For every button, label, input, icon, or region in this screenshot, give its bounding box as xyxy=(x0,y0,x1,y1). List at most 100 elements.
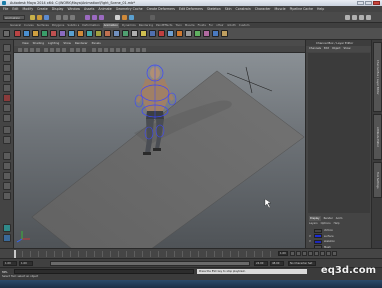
playback-end-field[interactable]: 24.00 xyxy=(254,261,268,266)
hypershade-layout-icon[interactable] xyxy=(3,192,11,200)
layer-visibility-toggle[interactable] xyxy=(309,229,312,232)
select-component-icon[interactable] xyxy=(70,15,75,20)
paint-select-tool-icon[interactable] xyxy=(3,64,11,72)
show-manipulator-icon[interactable] xyxy=(3,126,11,134)
layer-row[interactable]: Vsurface xyxy=(309,234,370,239)
open-scene-icon[interactable] xyxy=(37,15,42,20)
shelf-menu-icon[interactable] xyxy=(3,30,10,37)
resolution-gate-icon[interactable] xyxy=(56,47,60,52)
paint-weights-icon[interactable] xyxy=(194,30,201,37)
use-all-lights-icon[interactable] xyxy=(116,47,120,52)
menu-set-dropdown[interactable]: Animation xyxy=(3,15,25,20)
animation-start-field[interactable]: 1.00 xyxy=(3,261,17,266)
persp-graph-layout-icon[interactable] xyxy=(3,182,11,190)
layer-row[interactable]: Vskeleton xyxy=(309,239,370,244)
cluster-icon[interactable] xyxy=(59,30,66,37)
go-to-end-icon[interactable] xyxy=(332,251,337,256)
show-attribute-editor-icon[interactable] xyxy=(352,15,357,20)
show-modeling-toolkit-icon[interactable] xyxy=(345,15,350,20)
bind-skin-icon[interactable] xyxy=(203,30,210,37)
move-tool-icon[interactable] xyxy=(3,74,11,82)
animation-end-field[interactable]: 48.00 xyxy=(270,261,284,266)
lasso-tool-icon[interactable] xyxy=(3,54,11,62)
safe-title-icon[interactable] xyxy=(82,47,86,52)
tab-attribute-editor[interactable]: Attribute Editor xyxy=(373,114,382,160)
joint-tool-icon[interactable] xyxy=(32,30,39,37)
smooth-shade-icon[interactable] xyxy=(98,47,102,52)
select-object-icon[interactable] xyxy=(63,15,68,20)
step-forward-key-icon[interactable] xyxy=(320,251,325,256)
new-scene-icon[interactable] xyxy=(30,15,35,20)
layer-menu-layers[interactable]: Layers xyxy=(309,221,318,226)
select-camera-icon[interactable] xyxy=(18,47,22,52)
character-set-field[interactable]: No Character Set xyxy=(288,261,316,266)
tab-channel-box[interactable]: Channel Box / Layer Editor xyxy=(373,42,382,112)
show-tool-settings-icon[interactable] xyxy=(359,15,364,20)
isolate-select-icon[interactable] xyxy=(142,47,146,52)
wireframe-on-shaded-icon[interactable] xyxy=(104,47,108,52)
go-to-bind-pose-icon[interactable] xyxy=(221,30,228,37)
wire-tool-icon[interactable] xyxy=(86,30,93,37)
play-forwards-icon[interactable] xyxy=(314,251,319,256)
camera-attributes-icon[interactable] xyxy=(24,47,28,52)
perspective-viewport[interactable] xyxy=(14,53,305,248)
layer-color-swatch[interactable] xyxy=(314,228,322,233)
snap-grid-icon[interactable] xyxy=(85,15,90,20)
lattice-icon[interactable] xyxy=(68,30,75,37)
scale-tool-icon[interactable] xyxy=(3,94,11,102)
universal-manipulator-icon[interactable] xyxy=(3,104,11,112)
layer-color-swatch[interactable] xyxy=(314,239,322,244)
step-back-key-icon[interactable] xyxy=(302,251,307,256)
show-channel-box-icon[interactable] xyxy=(366,15,371,20)
playback-start-field[interactable]: 1.00 xyxy=(19,261,33,266)
snap-point-icon[interactable] xyxy=(99,15,104,20)
layer-visibility-toggle[interactable]: V xyxy=(309,240,312,243)
close-button[interactable] xyxy=(373,1,380,5)
dope-sheet-icon[interactable] xyxy=(149,30,156,37)
shadows-icon[interactable] xyxy=(122,47,126,52)
ipr-render-icon[interactable] xyxy=(122,15,127,20)
hypergraph-icon[interactable] xyxy=(167,30,174,37)
step-forward-icon[interactable] xyxy=(326,251,331,256)
current-frame-field[interactable]: 1.00 xyxy=(278,251,288,256)
channel-box-menu-edit[interactable]: Edit xyxy=(324,46,329,52)
safe-action-icon[interactable] xyxy=(76,47,80,52)
wireframe-icon[interactable] xyxy=(92,47,96,52)
input-field-icon[interactable] xyxy=(150,15,155,20)
image-plane-icon[interactable] xyxy=(36,47,40,52)
layer-color-swatch[interactable] xyxy=(314,234,322,238)
outliner-icon[interactable] xyxy=(185,30,192,37)
layer-visibility-toggle[interactable]: V xyxy=(309,235,312,238)
textured-icon[interactable] xyxy=(110,47,114,52)
channel-box-menu-show[interactable]: Show xyxy=(343,46,350,52)
select-hierarchy-icon[interactable] xyxy=(56,15,61,20)
gate-mask-icon[interactable] xyxy=(62,47,66,52)
layer-menu-help[interactable]: Help xyxy=(334,221,340,226)
custom-layout-icon[interactable] xyxy=(3,234,11,242)
bookmarks-icon[interactable] xyxy=(30,47,34,52)
field-chart-icon[interactable] xyxy=(70,47,74,52)
select-tool-icon[interactable] xyxy=(3,44,11,52)
playblast-icon[interactable] xyxy=(176,30,183,37)
snap-curve-icon[interactable] xyxy=(92,15,97,20)
step-back-icon[interactable] xyxy=(296,251,301,256)
parent-constraint-icon[interactable] xyxy=(131,30,138,37)
channel-box-body[interactable] xyxy=(308,53,370,213)
aim-constraint-icon[interactable] xyxy=(113,30,120,37)
grid-icon[interactable] xyxy=(44,47,48,52)
command-language-label[interactable]: MEL xyxy=(2,270,8,274)
blend-shape-icon[interactable] xyxy=(77,30,84,37)
trax-editor-icon[interactable] xyxy=(158,30,165,37)
film-gate-icon[interactable] xyxy=(50,47,54,52)
sculpt-deformer-icon[interactable] xyxy=(95,30,102,37)
ik-spline-icon[interactable] xyxy=(41,30,48,37)
render-settings-icon[interactable] xyxy=(129,15,134,20)
save-scene-icon[interactable] xyxy=(44,15,49,20)
rotate-tool-icon[interactable] xyxy=(3,84,11,92)
time-slider[interactable]: 1.00 xyxy=(0,248,382,258)
soft-modification-icon[interactable] xyxy=(3,114,11,122)
channel-box-menu-object[interactable]: Object xyxy=(332,46,340,52)
point-constraint-icon[interactable] xyxy=(104,30,111,37)
graph-editor-icon[interactable] xyxy=(140,30,147,37)
last-tool-icon[interactable] xyxy=(3,136,11,144)
